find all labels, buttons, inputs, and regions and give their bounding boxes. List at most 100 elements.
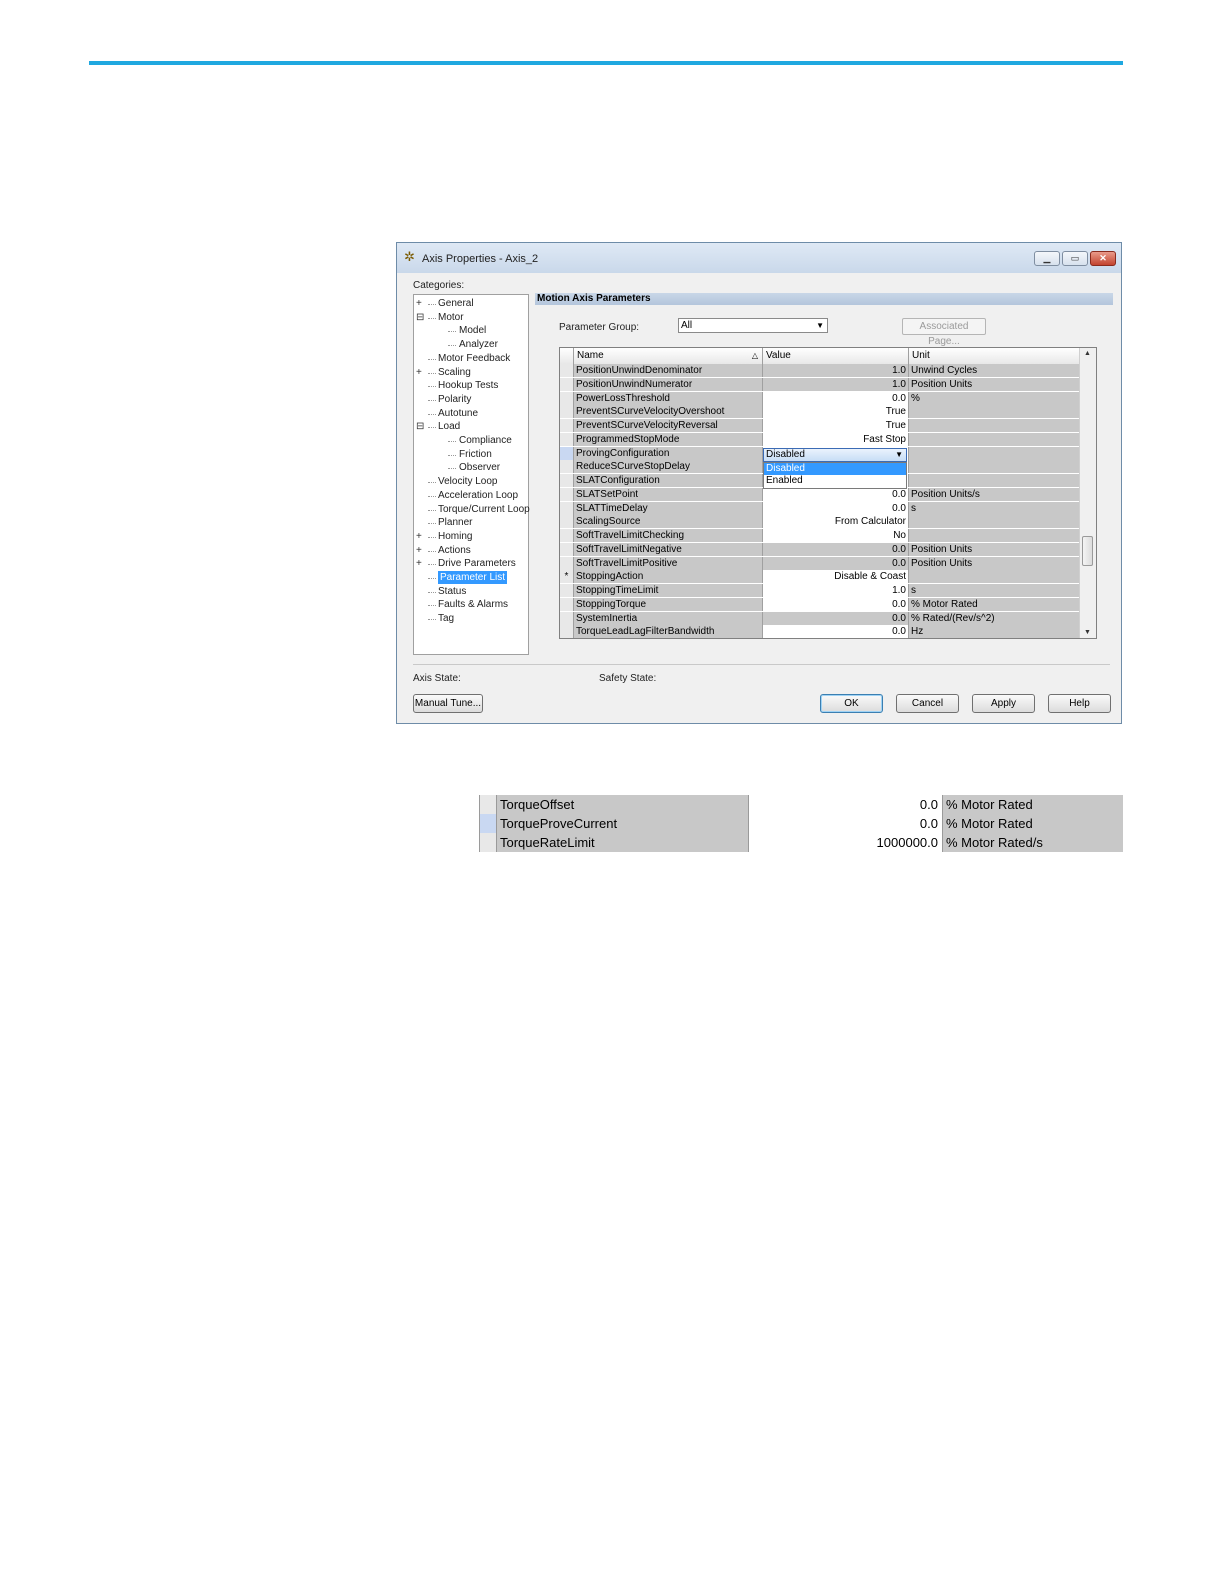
- expand-icon[interactable]: +: [416, 557, 424, 570]
- dropdown-options-list[interactable]: Disabled Enabled: [763, 462, 907, 489]
- tree-item[interactable]: Load: [438, 420, 460, 433]
- table-row[interactable]: PreventSCurveVelocityReversal True: [560, 419, 1096, 432]
- row-selector[interactable]: [560, 377, 574, 391]
- row-selector[interactable]: [560, 419, 574, 432]
- tree-item[interactable]: Observer: [459, 461, 500, 474]
- tree-item[interactable]: Velocity Loop: [438, 475, 498, 488]
- row-selector[interactable]: [560, 391, 574, 405]
- maximize-button[interactable]: ▭: [1062, 251, 1088, 266]
- minimize-button[interactable]: ▁: [1034, 251, 1060, 266]
- table-row[interactable]: StoppingTimeLimit 1.0 s: [560, 584, 1096, 597]
- grid-header-value[interactable]: Value: [763, 348, 909, 364]
- proving-configuration-combo[interactable]: Disabled ▼: [763, 448, 907, 462]
- grid-scrollbar[interactable]: ▲ ▼: [1079, 348, 1096, 638]
- scroll-up-icon[interactable]: ▲: [1084, 350, 1091, 357]
- tree-item[interactable]: Drive Parameters: [438, 557, 516, 570]
- row-selector[interactable]: [560, 364, 574, 377]
- parameter-value[interactable]: 0.0: [763, 501, 909, 515]
- parameter-value[interactable]: True: [763, 419, 909, 432]
- grid-header-unit[interactable]: Unit: [909, 348, 1081, 364]
- scroll-down-icon[interactable]: ▼: [1084, 629, 1091, 636]
- row-selector[interactable]: [560, 405, 574, 419]
- expand-icon[interactable]: +: [416, 297, 424, 310]
- row-selector[interactable]: [560, 584, 574, 597]
- parameter-value[interactable]: 0.0: [763, 391, 909, 405]
- dropdown-option[interactable]: Disabled: [764, 463, 906, 475]
- parameter-grid[interactable]: Name △ Value Unit PositionUnwindDenomina…: [559, 347, 1097, 639]
- tree-item[interactable]: Motor: [438, 311, 464, 324]
- collapse-icon[interactable]: ⊟: [416, 420, 424, 433]
- row-selector[interactable]: [560, 460, 574, 474]
- parameter-value[interactable]: Fast Stop: [763, 432, 909, 446]
- table-row[interactable]: PositionUnwindNumerator 1.0 Position Units: [560, 377, 1096, 391]
- table-row[interactable]: SoftTravelLimitChecking No: [560, 529, 1096, 542]
- associated-page-button[interactable]: Associated Page...: [902, 318, 986, 347]
- tree-item[interactable]: Homing: [438, 530, 472, 543]
- ok-button[interactable]: OK: [820, 694, 883, 713]
- row-selector[interactable]: *: [560, 570, 574, 584]
- dropdown-option[interactable]: Enabled: [764, 475, 906, 487]
- parameter-value[interactable]: 0.0: [763, 597, 909, 611]
- table-row[interactable]: SLATSetPoint 0.0 Position Units/s: [560, 487, 1096, 501]
- apply-button[interactable]: Apply: [972, 694, 1035, 713]
- manual-tune-button[interactable]: Manual Tune...: [413, 694, 483, 713]
- table-row[interactable]: PositionUnwindDenominator 1.0 Unwind Cycle…: [560, 364, 1096, 377]
- tree-item[interactable]: General: [438, 297, 474, 310]
- tree-item[interactable]: Autotune: [438, 407, 478, 420]
- close-button[interactable]: ✕: [1090, 251, 1116, 266]
- parameter-value[interactable]: 0.0: [763, 487, 909, 501]
- tree-item[interactable]: Polarity: [438, 393, 471, 406]
- parameter-value[interactable]: 1.0: [763, 584, 909, 597]
- tree-item[interactable]: Hookup Tests: [438, 379, 498, 392]
- tree-item[interactable]: Planner: [438, 516, 472, 529]
- table-row[interactable]: SLATTimeDelay 0.0 s: [560, 501, 1096, 515]
- row-selector[interactable]: [560, 432, 574, 446]
- collapse-icon[interactable]: ⊟: [416, 311, 424, 324]
- parameter-value[interactable]: 0.0: [763, 625, 909, 638]
- tree-item[interactable]: Actions: [438, 544, 471, 557]
- expand-icon[interactable]: +: [416, 530, 424, 543]
- row-selector[interactable]: [560, 556, 574, 570]
- tree-item[interactable]: Faults & Alarms: [438, 598, 508, 611]
- table-row[interactable]: ProgrammedStopMode Fast Stop: [560, 432, 1096, 446]
- expand-icon[interactable]: +: [416, 544, 424, 557]
- table-row[interactable]: * StoppingAction Disable & Coast: [560, 570, 1096, 584]
- row-selector[interactable]: [560, 542, 574, 556]
- row-selector[interactable]: [560, 474, 574, 487]
- cancel-button[interactable]: Cancel: [896, 694, 959, 713]
- tree-item[interactable]: Status: [438, 585, 466, 598]
- table-row[interactable]: TorqueLeadLagFilterBandwidth 0.0 Hz: [560, 625, 1096, 638]
- title-bar[interactable]: ✲ Axis Properties - Axis_2 ▁ ▭ ✕: [397, 243, 1121, 273]
- expand-icon[interactable]: +: [416, 366, 424, 379]
- help-button[interactable]: Help: [1048, 694, 1111, 713]
- table-row[interactable]: SoftTravelLimitPositive 0.0 Position Units: [560, 556, 1096, 570]
- parameter-value[interactable]: Disable & Coast: [763, 570, 909, 584]
- parameter-value[interactable]: True: [763, 405, 909, 419]
- tree-item[interactable]: Model: [459, 324, 486, 337]
- tree-item[interactable]: Motor Feedback: [438, 352, 510, 365]
- tree-item[interactable]: Torque/Current Loop: [438, 503, 530, 516]
- row-selector[interactable]: [560, 446, 574, 460]
- tree-item[interactable]: Acceleration Loop: [438, 489, 518, 502]
- scroll-thumb[interactable]: [1082, 536, 1093, 566]
- grid-header-name[interactable]: Name △: [574, 348, 763, 364]
- table-row[interactable]: SoftTravelLimitNegative 0.0 Position Units: [560, 542, 1096, 556]
- tree-item[interactable]: Analyzer: [459, 338, 498, 351]
- row-selector[interactable]: [560, 611, 574, 625]
- table-row[interactable]: SystemInertia 0.0% Rated/(Rev/s^2): [560, 611, 1096, 625]
- row-selector[interactable]: [560, 515, 574, 529]
- parameter-value[interactable]: No: [763, 529, 909, 542]
- row-selector[interactable]: [560, 529, 574, 542]
- categories-tree[interactable]: + General ⊟ Motor Model Analyzer Motor Feedbac…: [413, 294, 530, 655]
- tree-item[interactable]: Compliance: [459, 434, 512, 447]
- parameter-group-select[interactable]: All ▼: [678, 318, 828, 333]
- tree-item[interactable]: Scaling: [438, 366, 471, 379]
- tree-item[interactable]: Friction: [459, 448, 492, 461]
- parameter-value[interactable]: From Calculator: [763, 515, 909, 529]
- row-selector[interactable]: [560, 625, 574, 638]
- table-row[interactable]: PreventSCurveVelocityOvershoot True: [560, 405, 1096, 419]
- table-row[interactable]: StoppingTorque 0.0% Motor Rated: [560, 597, 1096, 611]
- row-selector[interactable]: [560, 487, 574, 501]
- row-selector[interactable]: [560, 501, 574, 515]
- table-row[interactable]: PowerLossThreshold 0.0%: [560, 391, 1096, 405]
